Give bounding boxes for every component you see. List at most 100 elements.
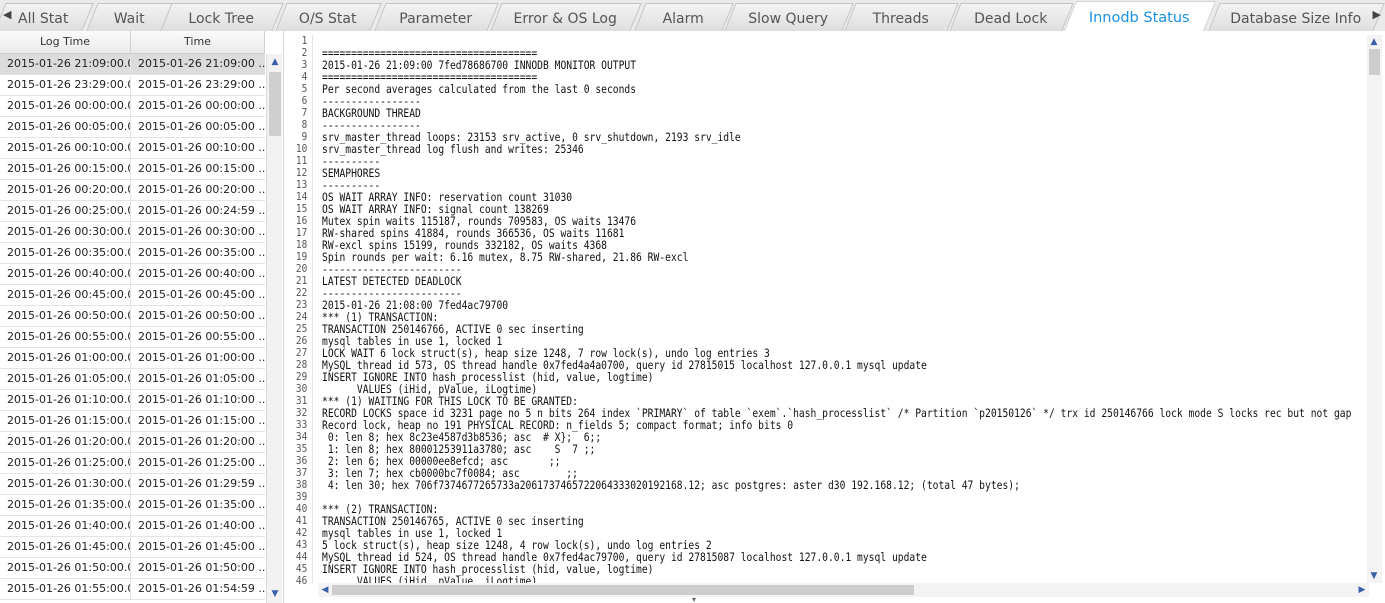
table-row[interactable]: 2015-01-26 01:25:00.0 2015-01-26 01:25:00…: [0, 453, 265, 474]
cell-time: 2015-01-26 01:40:00 ...: [138, 519, 265, 532]
table-row[interactable]: 2015-01-26 00:00:00.0 2015-01-26 00:00:00…: [0, 96, 265, 117]
tab-wait[interactable]: Wait: [86, 3, 174, 31]
table-row[interactable]: 2015-01-26 00:40:00.0 2015-01-26 00:40:00…: [0, 264, 265, 285]
tab-dead-lock[interactable]: Dead Lock: [949, 3, 1074, 31]
cell-log-time: 2015-01-26 00:05:00.0: [0, 117, 131, 137]
table-row[interactable]: 2015-01-26 01:05:00.0 2015-01-26 01:05:00…: [0, 369, 265, 390]
table-row[interactable]: 2015-01-26 01:50:00.0 2015-01-26 01:50:00…: [0, 558, 265, 579]
table-row[interactable]: 2015-01-26 00:15:00.0 2015-01-26 00:15:00…: [0, 159, 265, 180]
table-row[interactable]: 2015-01-26 00:05:00.0 2015-01-26 00:05:00…: [0, 117, 265, 138]
scroll-right-icon[interactable]: ▶: [1356, 584, 1368, 596]
table-row[interactable]: 2015-01-26 00:35:00.0 2015-01-26 00:35:00…: [0, 243, 265, 264]
table-row[interactable]: 2015-01-26 00:55:00.0 2015-01-26 00:55:00…: [0, 327, 265, 348]
table-row[interactable]: 2015-01-26 00:45:00.0 2015-01-26 00:45:00…: [0, 285, 265, 306]
line-number: 1: [301, 35, 308, 47]
cell-log-time: 2015-01-26 00:20:00.0: [0, 180, 131, 200]
tab-innodb-status[interactable]: Innodb Status: [1063, 1, 1217, 31]
column-header-log-time[interactable]: Log Time: [0, 31, 131, 53]
scroll-thumb[interactable]: [1369, 49, 1380, 75]
table-row[interactable]: 2015-01-26 23:29:00.0 2015-01-26 23:29:00…: [0, 75, 265, 96]
innodb-status-viewer: 1 2 3 4 5 6 7 8 9 10 11 12 13 14 15 16 17 18 19 20 21 22 23 24 2…: [288, 31, 1385, 603]
scroll-up-icon[interactable]: ▲: [1368, 36, 1380, 48]
tab-slow-query[interactable]: Slow Query: [724, 3, 854, 31]
cell-log-time: 2015-01-26 00:40:00.0: [0, 264, 131, 284]
tab-parameter[interactable]: Parameter: [374, 3, 499, 31]
table-row[interactable]: 2015-01-26 01:15:00.0 2015-01-26 01:15:00…: [0, 411, 265, 432]
line-number: 45: [295, 563, 308, 575]
tab-label: Slow Query: [748, 11, 829, 27]
tab-label: Database Size Info: [1230, 11, 1362, 27]
line-number: 22: [295, 287, 308, 299]
tab-scroll-left-icon[interactable]: ◀: [3, 8, 11, 21]
table-row[interactable]: 2015-01-26 01:10:00.0 2015-01-26 01:10:00…: [0, 390, 265, 411]
table-row[interactable]: 2015-01-26 21:09:00.0 2015-01-26 21:09:00…: [0, 54, 265, 75]
tab-threads[interactable]: Threads: [844, 3, 959, 31]
line-number: 13: [295, 179, 308, 191]
table-row[interactable]: 2015-01-26 01:00:00.0 2015-01-26 01:00:00…: [0, 348, 265, 369]
log-vertical-scrollbar[interactable]: ▲ ▼: [1367, 35, 1382, 583]
cell-time: 2015-01-26 21:09:00 ...: [138, 57, 265, 70]
cell-time: 2015-01-26 01:29:59 ...: [138, 477, 265, 490]
line-number: 40: [295, 503, 308, 515]
line-number: 34: [295, 431, 308, 443]
log-line: 2015-01-26 21:08:00 7fed4ac79700: [322, 298, 509, 312]
tab-alarm[interactable]: Alarm: [634, 3, 734, 31]
cell-log-time: 2015-01-26 01:50:00.0: [0, 558, 131, 578]
tab-lock-tree[interactable]: Lock Tree: [160, 3, 284, 31]
table-row[interactable]: 2015-01-26 01:40:00.0 2015-01-26 01:40:00…: [0, 516, 265, 537]
table-row[interactable]: 2015-01-26 00:20:00.0 2015-01-26 00:20:00…: [0, 180, 265, 201]
log-horizontal-scrollbar[interactable]: ◀ ▶: [318, 583, 1369, 597]
grid-body: 2015-01-26 21:09:00.0 2015-01-26 21:09:00…: [0, 54, 265, 603]
table-row[interactable]: 2015-01-26 00:50:00.0 2015-01-26 00:50:00…: [0, 306, 265, 327]
cell-time: 2015-01-26 01:00:00 ...: [138, 351, 265, 364]
scroll-down-icon[interactable]: ▼: [1368, 570, 1380, 582]
line-number: 36: [295, 455, 308, 467]
cell-log-time: 2015-01-26 00:25:00.0: [0, 201, 131, 221]
line-number: 16: [295, 215, 308, 227]
scroll-up-icon[interactable]: ▲: [269, 56, 281, 68]
table-row[interactable]: 2015-01-26 00:10:00.0 2015-01-26 00:10:00…: [0, 138, 265, 159]
tab-scroll-right-icon[interactable]: ▶: [1373, 8, 1381, 21]
cell-log-time: 2015-01-26 00:15:00.0: [0, 159, 131, 179]
cell-time: 2015-01-26 01:50:00 ...: [138, 561, 265, 574]
cell-log-time: 2015-01-26 21:09:00.0: [0, 54, 131, 74]
line-number: 32: [295, 407, 308, 419]
innodb-status-text[interactable]: ===================================== 201…: [322, 35, 1371, 585]
table-row[interactable]: 2015-01-26 00:30:00.0 2015-01-26 00:30:00…: [0, 222, 265, 243]
scroll-left-icon[interactable]: ◀: [319, 584, 331, 596]
tab-database-size-info[interactable]: Database Size Info: [1208, 3, 1385, 31]
scroll-thumb[interactable]: [269, 72, 281, 136]
line-number: 38: [295, 479, 308, 491]
tab-label: Error & OS Log: [513, 11, 617, 27]
grid-vertical-scrollbar[interactable]: ▲ ▼: [266, 54, 282, 603]
table-row[interactable]: 2015-01-26 01:45:00.0 2015-01-26 01:45:00…: [0, 537, 265, 558]
table-row[interactable]: 2015-01-26 01:30:00.0 2015-01-26 01:29:59…: [0, 474, 265, 495]
tab-all-stat[interactable]: All Stat: [0, 3, 94, 31]
scroll-down-icon[interactable]: ▼: [269, 588, 281, 600]
line-number-gutter: 1 2 3 4 5 6 7 8 9 10 11 12 13 14 15 16 17 18 19 20 21 22 23 24 2…: [288, 35, 310, 585]
log-line: -----------------: [322, 94, 421, 108]
line-number: 24: [295, 311, 308, 323]
table-row[interactable]: 2015-01-26 01:35:00.0 2015-01-26 01:35:00…: [0, 495, 265, 516]
tab-error-os-log[interactable]: Error & OS Log: [490, 3, 642, 31]
line-number: 28: [295, 359, 308, 371]
tab-o-s-stat[interactable]: O/S Stat: [275, 3, 382, 31]
cell-time: 2015-01-26 23:29:00 ...: [138, 78, 265, 91]
table-row[interactable]: 2015-01-26 00:25:00.0 2015-01-26 00:24:59…: [0, 201, 265, 222]
line-number: 3: [301, 59, 308, 71]
cell-log-time: 2015-01-26 00:30:00.0: [0, 222, 131, 242]
splitter-handle-icon[interactable]: ▾: [686, 596, 702, 603]
line-number: 37: [295, 467, 308, 479]
scroll-thumb[interactable]: [332, 585, 914, 595]
tab-label: Lock Tree: [188, 11, 254, 27]
line-number: 26: [295, 335, 308, 347]
table-row[interactable]: 2015-01-26 01:20:00.0 2015-01-26 01:20:00…: [0, 432, 265, 453]
column-header-time[interactable]: Time: [131, 31, 265, 53]
log-line: Per second averages calculated from the …: [322, 82, 637, 96]
line-number: 25: [295, 323, 308, 335]
table-row[interactable]: 2015-01-26 01:55:00.0 2015-01-26 01:54:59…: [0, 579, 265, 600]
line-number: 31: [295, 395, 308, 407]
line-number: 27: [295, 347, 308, 359]
line-number: 43: [295, 539, 308, 551]
